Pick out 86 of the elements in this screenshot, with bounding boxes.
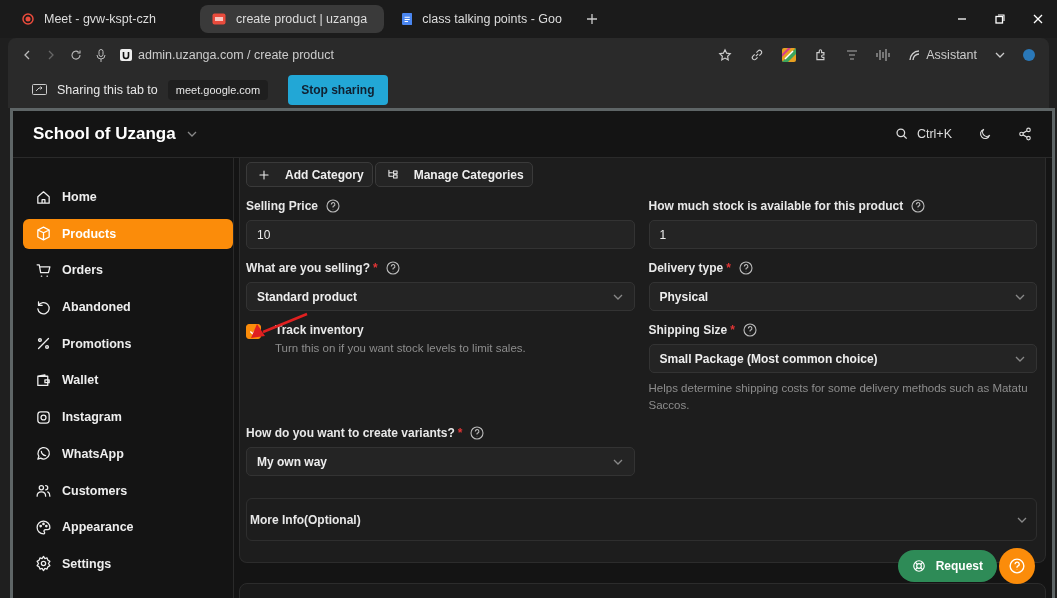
- help-icon: [738, 261, 753, 275]
- select-field[interactable]: My own way: [246, 447, 635, 476]
- palette-icon: [35, 518, 52, 536]
- plus-icon: [257, 167, 271, 182]
- required-mark: *: [726, 261, 731, 275]
- more-info-accordion[interactable]: More Info(Optional): [246, 498, 1037, 541]
- cast-icon: [32, 84, 47, 96]
- help-icon: [385, 261, 400, 275]
- annotation-arrow: [249, 312, 309, 340]
- forward-icon[interactable]: [46, 50, 56, 60]
- field-label: Shipping Size: [648, 323, 728, 337]
- sidebar-item[interactable]: Abandoned: [23, 292, 233, 323]
- settings-icon: [35, 555, 52, 573]
- sidebar-item[interactable]: Appearance: [23, 512, 233, 543]
- star-icon[interactable]: [718, 48, 733, 62]
- home-icon: [35, 188, 52, 206]
- stop-sharing-button[interactable]: Stop sharing: [288, 75, 388, 105]
- audio-icon[interactable]: [876, 49, 891, 61]
- input-field[interactable]: 1: [648, 220, 1037, 249]
- cart-icon: [35, 261, 52, 279]
- reload-icon[interactable]: [70, 49, 82, 61]
- select-field[interactable]: Standard product: [246, 282, 635, 311]
- sidebar-item[interactable]: Orders: [23, 255, 233, 286]
- moon-icon[interactable]: [978, 127, 992, 141]
- help-icon: [470, 426, 485, 440]
- field-label: Selling Price: [246, 199, 319, 213]
- back-icon[interactable]: [22, 50, 32, 60]
- request-help-button[interactable]: Request: [897, 550, 997, 582]
- required-mark: *: [373, 261, 378, 275]
- browser-tab[interactable]: Meet - gvw-kspt-czh: [10, 5, 194, 33]
- sharing-text: Sharing this tab to: [57, 83, 158, 97]
- sidebar-item[interactable]: Settings: [23, 548, 233, 579]
- sidebar-item[interactable]: Promotions: [23, 328, 233, 359]
- menu-icon[interactable]: [846, 49, 859, 61]
- field-label: How much stock is available for this product: [648, 199, 904, 213]
- field-label: What are you selling?: [246, 261, 371, 275]
- sidebar-item[interactable]: Home: [23, 182, 233, 212]
- screen-icon: [212, 13, 226, 25]
- box-icon: [35, 225, 52, 243]
- sidebar-item[interactable]: Customers: [23, 475, 233, 506]
- restore-icon[interactable]: [995, 14, 1005, 24]
- search-button[interactable]: Ctrl+K: [894, 127, 952, 141]
- chat-icon: [35, 445, 52, 463]
- lifebuoy-icon: [911, 559, 926, 573]
- input-field[interactable]: 10: [246, 220, 635, 249]
- record-icon: [22, 13, 34, 25]
- browser-tab[interactable]: class talking points - Goo: [390, 5, 574, 33]
- site-label: meet.google.com: [167, 80, 269, 100]
- help-icon: [742, 323, 757, 337]
- link-icon[interactable]: [750, 48, 765, 62]
- help-icon: [1009, 558, 1025, 574]
- color-picker-icon[interactable]: [782, 48, 797, 62]
- address-field[interactable]: admin.uzanga.com / create product: [138, 48, 334, 62]
- site-icon: [120, 49, 132, 61]
- chevron-down-icon[interactable]: [995, 50, 1005, 60]
- profile-icon[interactable]: [1023, 49, 1035, 61]
- field-hint: Helps determine shipping costs for some delivery methods such as Matatu Saccos.: [648, 381, 1029, 413]
- help-icon: [326, 199, 341, 213]
- help-icon: [911, 199, 926, 213]
- undo-icon: [35, 298, 52, 316]
- checkbox-hint: Turn this on if you want stock levels to limit sales.: [275, 342, 526, 354]
- close-icon[interactable]: [1033, 14, 1043, 24]
- assistant-button[interactable]: Assistant: [908, 48, 977, 62]
- required-mark: *: [730, 323, 735, 337]
- category-button[interactable]: Add Category: [246, 162, 373, 187]
- share-icon[interactable]: [1018, 127, 1032, 141]
- store-name[interactable]: School of Uzanga: [33, 124, 176, 144]
- sidebar-item[interactable]: WhatsApp: [23, 438, 233, 469]
- new-tab-icon[interactable]: [586, 13, 598, 25]
- tree-icon: [385, 167, 400, 182]
- wallet-icon: [35, 371, 52, 389]
- users-icon: [35, 482, 52, 499]
- select-field[interactable]: Small Package (Most common choice): [648, 344, 1037, 373]
- search-icon: [894, 127, 909, 141]
- microphone-icon[interactable]: [96, 48, 106, 62]
- field-label: Delivery type: [648, 261, 724, 275]
- select-field[interactable]: Physical: [648, 282, 1037, 311]
- browser-tab[interactable]: create product | uzanga: [200, 5, 384, 33]
- field-label: How do you want to create variants?: [246, 426, 455, 440]
- camera-icon: [35, 408, 52, 426]
- sidebar-item[interactable]: Instagram: [23, 402, 233, 433]
- assistant-icon: [908, 49, 921, 61]
- category-button[interactable]: Manage Categories: [374, 162, 533, 187]
- required-mark: *: [457, 426, 463, 440]
- sidebar-item[interactable]: Wallet: [23, 365, 233, 396]
- document-icon: [402, 12, 413, 26]
